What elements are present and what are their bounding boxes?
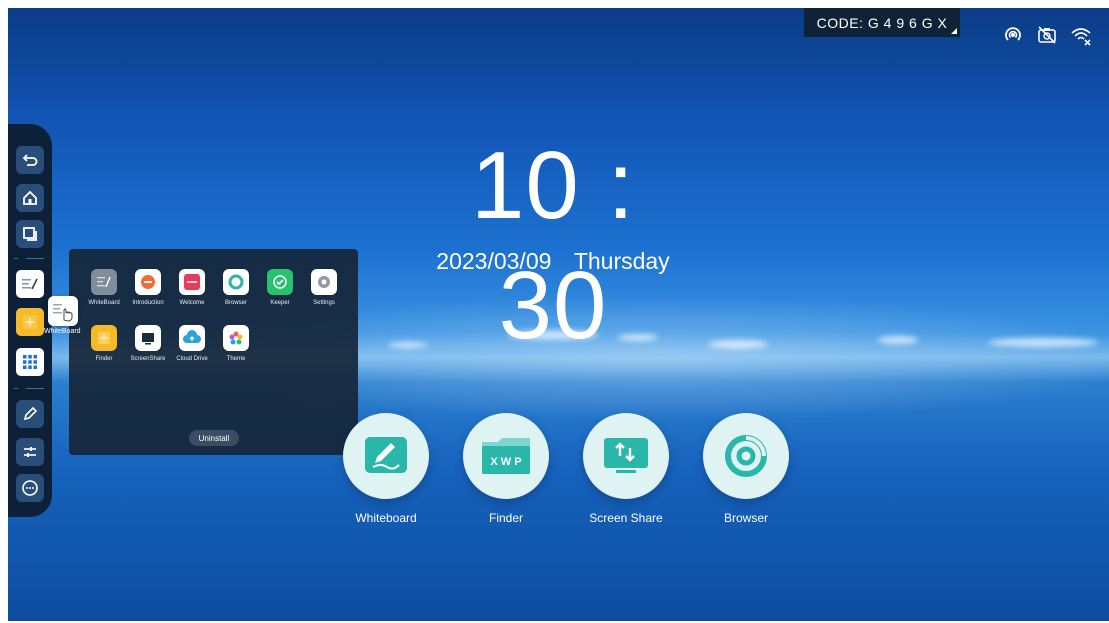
apps-grid-button[interactable] xyxy=(16,348,44,376)
app-label: WhiteBoard xyxy=(88,300,120,306)
app-label: Settings xyxy=(313,300,335,306)
more-button[interactable] xyxy=(16,474,44,502)
desktop-screen: CODE: G 4 9 6 G X 10 : 30 2023/03/09 Thu… xyxy=(8,8,1109,621)
pen-button[interactable] xyxy=(16,400,44,428)
cloud xyxy=(878,336,918,344)
whiteboard-app-icon xyxy=(91,269,117,295)
sidebar-separator xyxy=(14,256,44,262)
theme-app-icon xyxy=(223,325,249,351)
folder-icon: X W P xyxy=(482,438,530,474)
dragged-icon-label: WhiteBoard xyxy=(44,328,81,335)
corner-arrow-icon xyxy=(951,28,957,34)
app-label: Cloud Drive xyxy=(176,356,208,362)
screen-share-icon xyxy=(604,438,648,473)
dock-whiteboard[interactable]: Whiteboard xyxy=(336,413,436,525)
apps-grid-icon xyxy=(23,355,37,369)
app-label: Finder xyxy=(95,356,113,362)
clock-time: 10 : 30 xyxy=(470,132,636,359)
app-theme[interactable]: Theme xyxy=(215,325,257,362)
app-browser[interactable]: Browser xyxy=(215,269,257,306)
app-finder[interactable]: Finder xyxy=(83,325,125,362)
settings-sliders-button[interactable] xyxy=(16,438,44,466)
browser-icon xyxy=(725,435,767,477)
dock-label: Browser xyxy=(723,511,768,525)
home-button[interactable] xyxy=(16,184,44,212)
more-icon xyxy=(22,480,38,496)
camera-off-icon[interactable] xyxy=(1036,24,1058,46)
weekday-text: Thursday xyxy=(573,248,670,274)
app-settings[interactable]: Settings xyxy=(303,269,345,306)
cloud-drive-app-icon xyxy=(179,325,205,351)
whiteboard-icon xyxy=(22,278,38,290)
keeper-app-icon xyxy=(267,269,293,295)
hand-cursor-icon xyxy=(53,304,73,322)
app-label: Browser xyxy=(224,300,247,306)
dock-icon-circle xyxy=(343,413,429,499)
sidebar-separator xyxy=(14,386,44,392)
sidebar-finder-shortcut[interactable] xyxy=(16,308,44,336)
folder-icon-text: X W P xyxy=(490,456,521,468)
introduction-app-icon xyxy=(135,269,161,295)
dock-icon-circle xyxy=(703,413,789,499)
cloud xyxy=(988,338,1098,347)
date-row: 2023/03/09 Thursday xyxy=(408,248,698,275)
browser-app-icon xyxy=(223,269,249,295)
app-label: Introduction xyxy=(132,300,164,306)
dock-icon-circle xyxy=(583,413,669,499)
dock-screen-share[interactable]: Screen Share xyxy=(576,413,676,525)
sliders-icon xyxy=(24,447,36,457)
app-cloud-drive[interactable]: Cloud Drive xyxy=(171,325,213,362)
screenshare-app-icon xyxy=(135,325,161,351)
sidebar-whiteboard-shortcut[interactable] xyxy=(16,270,44,298)
back-icon xyxy=(22,154,38,166)
left-sidebar xyxy=(8,124,52,517)
dock-label: Screen Share xyxy=(589,511,663,525)
app-keeper[interactable]: Keeper xyxy=(259,269,301,306)
settings-app-icon xyxy=(311,269,337,295)
home-icon xyxy=(23,190,37,205)
wifi-off-icon[interactable] xyxy=(1070,24,1092,46)
app-label: Theme xyxy=(226,356,246,362)
app-welcome[interactable]: Welcome xyxy=(171,269,213,306)
dock-label: Whiteboard xyxy=(355,511,417,525)
finder-app-icon xyxy=(91,325,117,351)
whiteboard-pen-icon xyxy=(365,437,407,473)
app-label: ScreenShare xyxy=(130,356,166,362)
dock-label: Finder xyxy=(488,511,523,525)
welcome-app-icon xyxy=(179,269,205,295)
multitask-button[interactable] xyxy=(16,220,44,248)
dock-browser[interactable]: Browser xyxy=(696,413,796,525)
dock-finder[interactable]: X W P Finder xyxy=(456,413,556,525)
back-button[interactable] xyxy=(16,146,44,174)
cloud xyxy=(708,340,768,349)
multitask-icon xyxy=(23,227,37,241)
pen-icon xyxy=(23,406,38,421)
finder-icon xyxy=(23,315,37,329)
app-label: Welcome xyxy=(179,300,205,306)
connection-code-badge[interactable]: CODE: G 4 9 6 G X xyxy=(804,8,960,37)
app-screenshare[interactable]: ScreenShare xyxy=(127,325,169,362)
hotspot-icon[interactable] xyxy=(1002,24,1024,46)
date-text: 2023/03/09 xyxy=(436,248,552,274)
app-whiteboard[interactable]: WhiteBoard xyxy=(83,269,125,306)
dock-icon-circle: X W P xyxy=(463,413,549,499)
dragged-whiteboard-icon[interactable] xyxy=(48,296,78,326)
uninstall-button[interactable]: Uninstall xyxy=(189,430,239,446)
app-drawer: WhiteBoard Introduction Welcome Browser … xyxy=(69,249,358,455)
connection-code-text: CODE: G 4 9 6 G X xyxy=(816,14,948,31)
app-introduction[interactable]: Introduction xyxy=(127,269,169,306)
app-label: Keeper xyxy=(270,300,290,306)
